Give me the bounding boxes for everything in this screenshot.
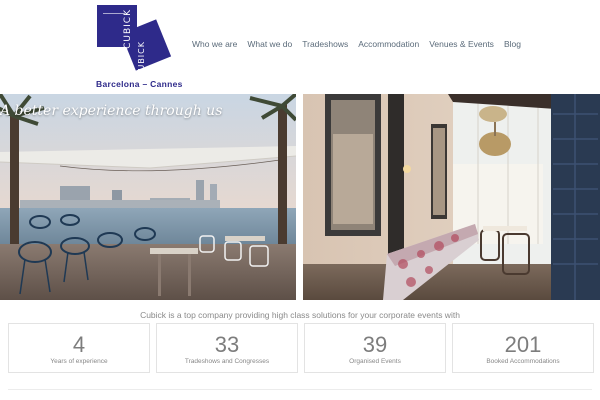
stat-card: 4 Years of experience [8,323,150,373]
stat-label: Organised Events [349,358,401,365]
stat-card: 39 Organised Events [304,323,446,373]
main-nav: Who we are What we do Tradeshows Accommo… [192,39,531,49]
nav-item-accommodation[interactable]: Accommodation [358,39,419,49]
stats-row: 4 Years of experience 33 Tradeshows and … [8,323,594,373]
stat-value: 4 [72,332,86,357]
stat-card: 33 Tradeshows and Congresses [156,323,298,373]
stat-value: 33 [214,332,240,357]
nav-item-what-we-do[interactable]: What we do [247,39,292,49]
nav-item-who-we-are[interactable]: Who we are [192,39,237,49]
nav-item-venues-events[interactable]: Venues & Events [429,39,494,49]
nav-item-tradeshows[interactable]: Tradeshows [302,39,348,49]
stat-label: Booked Accommodations [486,358,560,365]
section-divider [8,389,592,390]
stat-card: 201 Booked Accommodations [452,323,594,373]
terrace-photo [0,94,296,300]
stat-label: Years of experience [50,358,108,365]
logo[interactable]: CUBICK CUBICK [97,5,175,80]
logo-city: Barcelona – Cannes [96,79,183,89]
nav-item-blog[interactable]: Blog [504,39,521,49]
hero-image-interior [303,94,600,300]
stat-label: Tradeshows and Congresses [184,358,270,365]
intro-text: Cubick is a top company providing high c… [140,310,460,320]
hero-caption: A better experience through us [0,103,223,119]
interior-photo [303,94,600,300]
stat-value: 201 [504,332,542,357]
hero-image-terrace: A better experience through us [0,94,296,300]
stat-value: 39 [362,332,388,357]
logo-word-bottom: CUBICK [137,41,146,78]
logo-word-top: CUBICK [123,9,133,49]
logo-tagline-mark [103,13,125,21]
